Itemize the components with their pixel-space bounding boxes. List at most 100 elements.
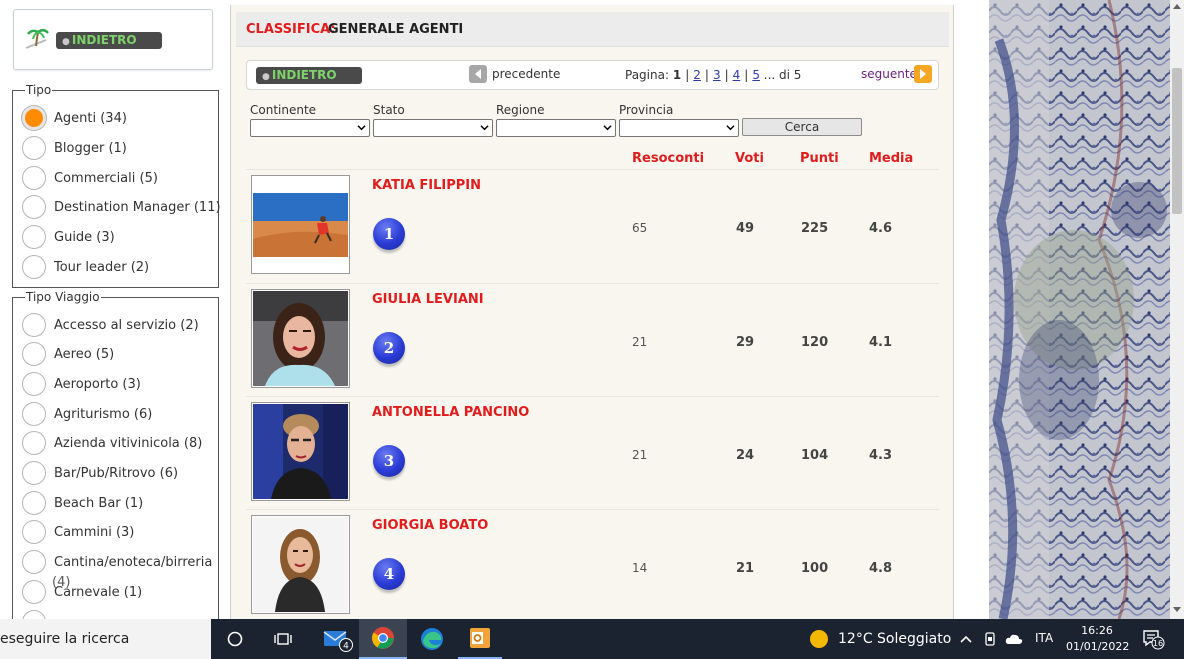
radio-option-bar-pub[interactable]: Bar/Pub/Ritrovo (6) (22, 461, 178, 485)
page-link-4[interactable]: 4 (733, 68, 741, 82)
taskbar-search-box[interactable]: eseguire la ricerca (0, 619, 211, 659)
notification-badge: 16 (1153, 639, 1163, 648)
page-link-3[interactable]: 3 (713, 68, 721, 82)
agent-photo[interactable] (251, 289, 350, 388)
prev-arrow-icon[interactable] (469, 65, 487, 83)
radio-icon[interactable] (22, 195, 46, 219)
device-icon[interactable] (981, 619, 999, 659)
search-button[interactable]: Cerca (742, 118, 862, 136)
radio-icon[interactable] (22, 402, 46, 426)
radio-checked-icon[interactable] (22, 106, 46, 130)
radio-option-aeroporto[interactable]: Aeroporto (3) (22, 372, 141, 396)
scroll-up-icon[interactable] (1173, 4, 1181, 9)
radio-icon[interactable] (22, 520, 46, 544)
radio-label: Guide (3) (54, 229, 115, 245)
chevron-down-icon (726, 125, 735, 131)
prev-page-link[interactable]: precedente (492, 67, 560, 81)
continente-select[interactable] (250, 119, 370, 137)
radio-option-destination-manager[interactable]: Destination Manager (11) (22, 195, 221, 219)
radio-icon[interactable] (22, 372, 46, 396)
agent-name[interactable]: ANTONELLA PANCINO (372, 405, 529, 420)
back-button[interactable]: ● INDIETRO (256, 67, 362, 84)
agent-photo[interactable] (251, 175, 350, 274)
radio-icon[interactable] (22, 580, 46, 604)
agent-name[interactable]: GIORGIA BOATO (372, 518, 488, 533)
radio-option-partial[interactable] (22, 610, 46, 619)
agent-photo[interactable] (251, 402, 350, 501)
radio-option-cammini[interactable]: Cammini (3) (22, 520, 134, 544)
language-indicator[interactable]: ITA (1035, 631, 1053, 645)
radio-icon[interactable] (22, 136, 46, 160)
decorative-background-image (989, 0, 1170, 619)
next-page-link[interactable]: seguente (861, 67, 917, 81)
radio-option-beach-bar[interactable]: Beach Bar (1) (22, 491, 143, 515)
radio-icon[interactable] (22, 313, 46, 337)
scroll-down-icon[interactable] (1173, 607, 1181, 612)
windows-taskbar: eseguire la ricerca 4 12°C Soleggiato IT… (0, 619, 1184, 659)
tipo-legend: Tipo (26, 83, 52, 97)
page-link-5[interactable]: 5 (752, 68, 760, 82)
radio-option-carnevale[interactable]: Carnevale (1) (22, 580, 142, 604)
next-arrow-icon[interactable] (914, 65, 932, 83)
radio-option-cantina[interactable]: Cantina/enoteca/birreria (22, 550, 212, 574)
radio-icon[interactable] (22, 491, 46, 515)
radio-icon[interactable] (22, 431, 46, 455)
radio-icon[interactable] (22, 342, 46, 366)
sun-icon (810, 630, 828, 648)
radio-option-guide[interactable]: Guide (3) (22, 225, 115, 249)
regione-select[interactable] (496, 119, 616, 137)
back-button[interactable]: ● INDIETRO (56, 32, 162, 49)
outlook-app-icon[interactable] (458, 619, 502, 659)
radio-icon[interactable] (22, 461, 46, 485)
radio-option-azienda-vitivinicola[interactable]: Azienda vitivinicola (8) (22, 431, 202, 455)
stato-select[interactable] (373, 119, 493, 137)
radio-label: Azienda vitivinicola (8) (54, 435, 203, 451)
radio-label: Destination Manager (11) (54, 199, 221, 215)
radio-icon[interactable] (22, 225, 46, 249)
radio-icon[interactable] (22, 610, 46, 619)
chevron-up-icon[interactable] (958, 619, 974, 659)
page-link-2[interactable]: 2 (693, 68, 701, 82)
agent-name[interactable]: GIULIA LEVIANI (372, 292, 484, 307)
edge-app-icon[interactable] (410, 619, 454, 659)
scrollbar-thumb[interactable] (1172, 68, 1182, 214)
clock-time: 16:26 (1081, 624, 1113, 637)
chevron-down-icon (480, 125, 489, 131)
radio-label: Accesso al servizio (2) (54, 317, 199, 333)
chrome-app-icon[interactable] (359, 619, 407, 659)
taskbar-clock[interactable]: 16:26 01/01/2022 (1066, 623, 1129, 655)
radio-option-accesso[interactable]: Accesso al servizio (2) (22, 313, 199, 337)
task-view-circle-icon[interactable] (222, 619, 248, 659)
page-scrollbar[interactable] (1170, 0, 1184, 619)
radio-label: Agenti (34) (54, 110, 127, 126)
radio-icon[interactable] (22, 550, 46, 574)
radio-label: Commerciali (5) (54, 170, 158, 186)
stat-voti: 49 (736, 221, 755, 236)
radio-label: Cammini (3) (54, 524, 135, 540)
radio-option-agriturismo[interactable]: Agriturismo (6) (22, 402, 152, 426)
rank-badge: 2 (373, 332, 405, 364)
stat-media: 4.1 (869, 335, 893, 350)
weather-widget[interactable]: 12°C Soleggiato (810, 619, 951, 659)
chevron-down-icon (357, 125, 366, 131)
stat-punti: 104 (801, 448, 829, 463)
stat-resoconti: 21 (632, 448, 648, 462)
provincia-select[interactable] (619, 119, 739, 137)
radio-option-agenti[interactable]: Agenti (34) (22, 106, 127, 130)
task-view-icon[interactable] (270, 619, 296, 659)
agent-name[interactable]: KATIA FILIPPIN (372, 178, 481, 193)
notifications-icon[interactable]: 16 (1140, 619, 1166, 659)
radio-option-blogger[interactable]: Blogger (1) (22, 136, 127, 160)
stat-resoconti: 65 (632, 221, 648, 235)
radio-icon[interactable] (22, 255, 46, 279)
mail-app-icon[interactable]: 4 (318, 619, 356, 659)
onedrive-cloud-icon[interactable] (1004, 619, 1024, 659)
radio-label: Tour leader (2) (54, 259, 150, 275)
radio-option-aereo[interactable]: Aereo (5) (22, 342, 114, 366)
filter-sidebar: ● INDIETRO Tipo Agenti (34) Blogger (1) C… (0, 0, 229, 619)
back-button-label: INDIETRO (271, 68, 337, 82)
radio-option-tour-leader[interactable]: Tour leader (2) (22, 255, 149, 279)
agent-photo[interactable] (251, 515, 350, 614)
radio-option-commerciali[interactable]: Commerciali (5) (22, 166, 158, 190)
radio-icon[interactable] (22, 166, 46, 190)
